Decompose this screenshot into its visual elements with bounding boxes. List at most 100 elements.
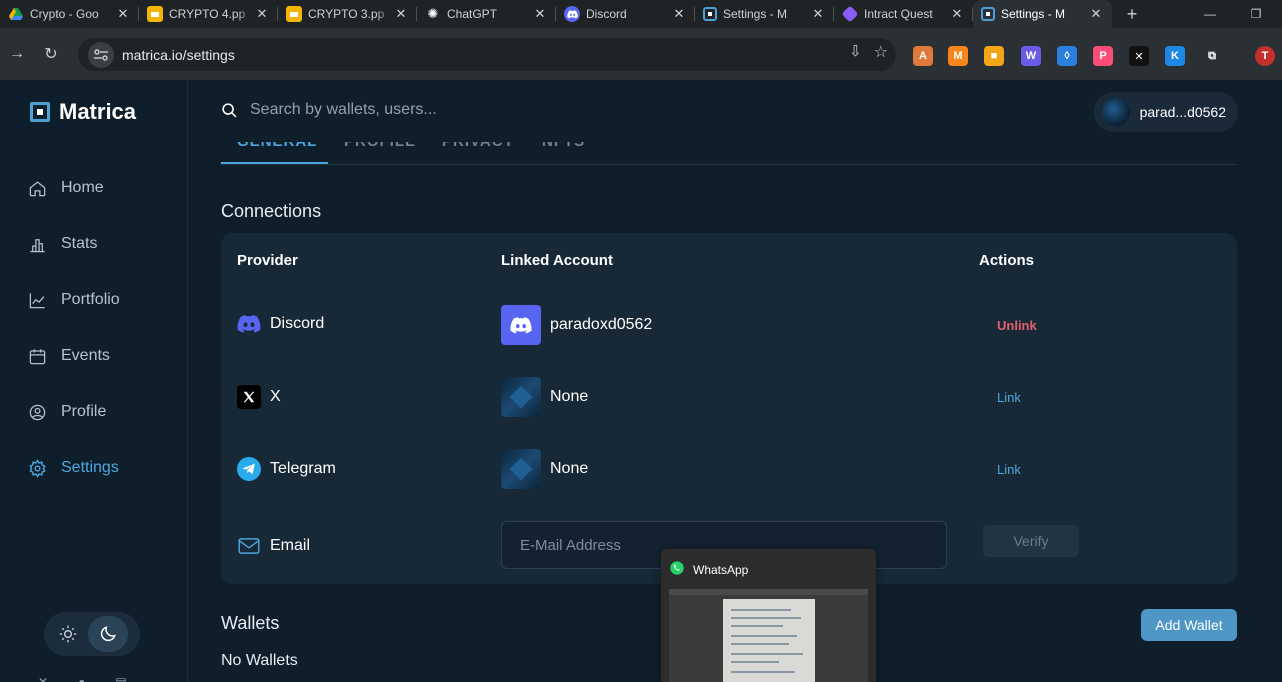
google-drive-icon (8, 6, 24, 22)
browser-tab[interactable]: Settings - M ✕ (695, 0, 834, 28)
ext-x-icon[interactable]: ✕ (1129, 46, 1149, 66)
tab-title: Intract Quest (864, 7, 933, 21)
site-settings-icon[interactable] (88, 41, 114, 68)
provider-email: Email (237, 534, 310, 558)
discord-icon (237, 312, 261, 336)
ext-wolf-icon[interactable]: W (1021, 46, 1041, 66)
top-bar: Search by wallets, users... parad...d056… (189, 80, 1282, 142)
forward-button[interactable]: → (0, 37, 34, 71)
close-tab-icon[interactable]: ✕ (671, 6, 687, 22)
provider-x: X (237, 385, 281, 409)
sidebar-item-portfolio[interactable]: Portfolio (28, 272, 178, 328)
extensions-puzzle-icon[interactable]: ⧉ (1202, 46, 1222, 66)
user-menu-button[interactable]: parad...d0562 (1093, 92, 1238, 132)
linked-account-name: paradoxd0562 (550, 316, 653, 333)
matrica-logo[interactable]: Matrica (30, 99, 136, 125)
avatar (1101, 98, 1130, 126)
new-tab-button[interactable]: + (1112, 4, 1152, 25)
minimize-window-button[interactable]: ― (1187, 0, 1233, 28)
sidebar-item-events[interactable]: Events (28, 328, 178, 384)
provider-label: Telegram (270, 460, 336, 477)
theme-toggle (44, 612, 140, 656)
moon-icon (100, 626, 116, 642)
sidebar-item-settings[interactable]: Settings (28, 440, 178, 496)
whatsapp-thumbnail (669, 589, 868, 682)
tab-title: CRYPTO 3.pp (308, 7, 385, 21)
browser-tab[interactable]: Crypto - Goo ✕ (0, 0, 139, 28)
sidebar-item-label: Portfolio (61, 291, 120, 308)
chatgpt-icon: ✺ (427, 6, 439, 21)
linked-account-telegram: None (501, 449, 588, 489)
matrica-icon (981, 7, 995, 21)
sidebar-item-home[interactable]: Home (28, 160, 178, 216)
whatsapp-preview-header: WhatsApp (669, 560, 748, 579)
address-bar[interactable]: matrica.io/settings ⇩ ☆ (78, 38, 896, 71)
stats-icon (30, 238, 45, 252)
ext-k-icon[interactable]: K (1165, 46, 1185, 66)
restore-window-button[interactable]: ❐ (1233, 0, 1279, 28)
link-x-button[interactable]: Link (997, 390, 1021, 405)
linked-account-discord: paradoxd0562 (501, 305, 652, 345)
sidebar: Matrica Home Stats Portfolio Events Prof… (0, 80, 188, 682)
x-icon (237, 385, 261, 409)
browser-tab[interactable]: CRYPTO 4.pp ✕ (139, 0, 278, 28)
link-telegram-button[interactable]: Link (997, 462, 1021, 477)
close-tab-icon[interactable]: ✕ (1088, 6, 1104, 22)
docs-icon[interactable]: ▤ (115, 675, 126, 682)
sidebar-item-profile[interactable]: Profile (28, 384, 178, 440)
ext-orange-icon[interactable]: ■ (984, 46, 1004, 66)
tab-title: Settings - M (1001, 7, 1066, 21)
gear-icon (29, 458, 46, 478)
intract-icon (841, 5, 859, 23)
ext-arc-icon[interactable]: A (913, 46, 933, 66)
close-tab-icon[interactable]: ✕ (393, 6, 409, 22)
whatsapp-icon (669, 560, 685, 579)
discord-social-icon[interactable]: ● (78, 675, 85, 682)
search-bar[interactable]: Search by wallets, users... (221, 101, 437, 119)
metamask-icon[interactable]: M (948, 46, 968, 66)
default-account-image (501, 449, 541, 489)
sidebar-item-stats[interactable]: Stats (28, 216, 178, 272)
whatsapp-title: WhatsApp (693, 562, 749, 577)
provider-label: Email (270, 537, 311, 554)
verify-button[interactable]: Verify (983, 525, 1079, 557)
add-wallet-button[interactable]: Add Wallet (1141, 609, 1237, 641)
calendar-icon (29, 348, 46, 364)
matrica-icon (703, 7, 717, 21)
install-app-icon[interactable]: ⇩ (849, 42, 862, 62)
tab-title: ChatGPT (447, 7, 498, 21)
whatsapp-preview[interactable]: WhatsApp (661, 549, 876, 682)
sidebar-item-label: Stats (61, 235, 98, 252)
browser-tab-active[interactable]: Settings - M ✕ (973, 0, 1112, 28)
dark-mode-button[interactable] (88, 616, 128, 652)
close-tab-icon[interactable]: ✕ (810, 6, 826, 22)
ext-drop-icon[interactable]: ◊ (1057, 46, 1077, 66)
linked-account-name: None (550, 460, 589, 477)
browser-tab[interactable]: ✺ ChatGPT ✕ (417, 0, 556, 28)
email-icon (237, 534, 261, 558)
provider-discord: Discord (237, 312, 324, 336)
x-social-icon[interactable]: ✕ (38, 675, 48, 682)
close-tab-icon[interactable]: ✕ (254, 6, 270, 22)
tab-title: Discord (586, 7, 627, 21)
sun-icon (59, 625, 77, 643)
url-text: matrica.io/settings (122, 46, 235, 63)
bookmark-star-icon[interactable]: ☆ (874, 42, 888, 62)
google-slides-icon (286, 6, 302, 22)
provider-label: Discord (270, 315, 325, 332)
sidebar-item-label: Settings (61, 459, 119, 476)
browser-tab[interactable]: Intract Quest ✕ (834, 0, 973, 28)
reload-button[interactable]: ↻ (34, 37, 68, 71)
close-tab-icon[interactable]: ✕ (949, 6, 965, 22)
portfolio-icon (29, 292, 45, 308)
sidebar-item-label: Events (61, 347, 110, 364)
unlink-discord-button[interactable]: Unlink (997, 318, 1037, 333)
ext-pink-icon[interactable]: P (1093, 46, 1113, 66)
close-tab-icon[interactable]: ✕ (532, 6, 548, 22)
actions-header: Actions (979, 252, 1035, 269)
browser-tab[interactable]: CRYPTO 3.pp ✕ (278, 0, 417, 28)
browser-tab[interactable]: Discord ✕ (556, 0, 695, 28)
close-tab-icon[interactable]: ✕ (115, 6, 131, 22)
light-mode-button[interactable] (48, 616, 88, 652)
profile-avatar-icon[interactable]: T (1255, 46, 1275, 66)
